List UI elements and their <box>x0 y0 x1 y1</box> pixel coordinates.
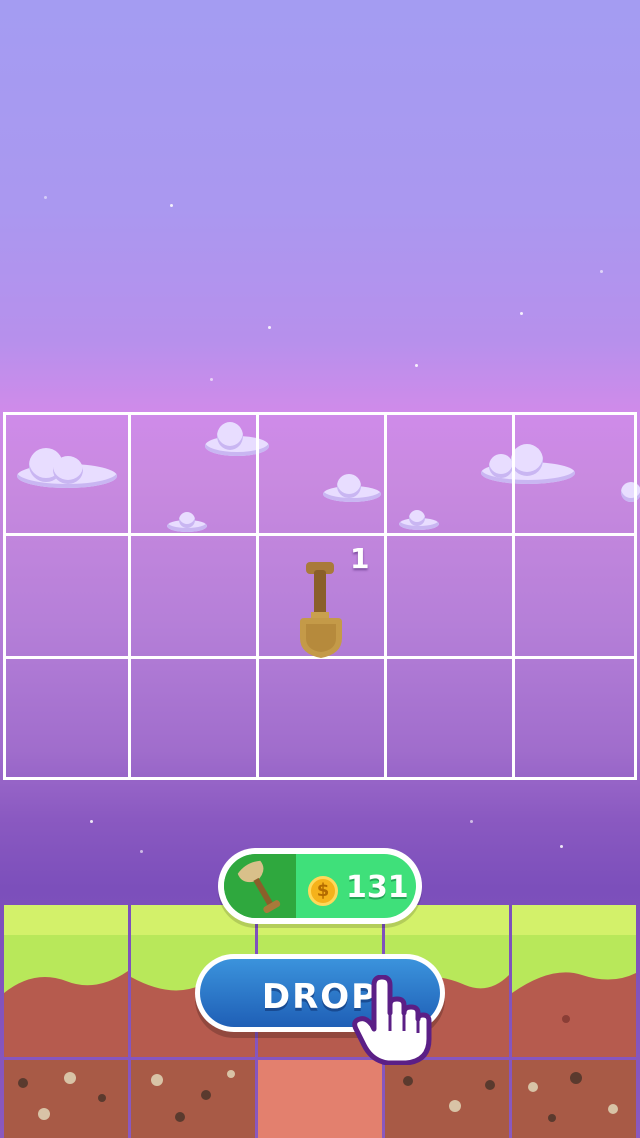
grid-cell[interactable] <box>3 533 131 659</box>
grid-cell[interactable] <box>128 412 259 536</box>
ground-tile <box>512 1060 636 1138</box>
coin-icon: $ <box>308 876 338 906</box>
star <box>210 378 213 381</box>
ground-tile <box>4 905 128 1057</box>
star <box>470 820 473 823</box>
ground-tile <box>131 1060 255 1138</box>
star <box>170 204 173 207</box>
grid-cell[interactable] <box>256 412 387 536</box>
coin-panel: $ 131 <box>218 848 422 924</box>
star <box>140 850 143 853</box>
grid-cell[interactable] <box>384 412 515 536</box>
grid-cell[interactable] <box>256 656 387 780</box>
star <box>268 326 271 329</box>
shovel-slot <box>224 854 296 918</box>
grid-cell[interactable] <box>384 533 515 659</box>
grid-cell[interactable] <box>3 656 131 780</box>
star <box>600 270 603 273</box>
grid-cell[interactable] <box>512 412 637 536</box>
coin-count: 131 <box>346 870 409 905</box>
ground-tile <box>385 1060 509 1138</box>
grid-cell[interactable] <box>128 533 259 659</box>
pointer-hand-icon <box>352 974 432 1066</box>
star <box>560 845 563 848</box>
star <box>90 820 93 823</box>
ground-tile <box>258 1060 382 1138</box>
star <box>44 196 47 199</box>
grid-cell[interactable] <box>128 656 259 780</box>
shovel-icon[interactable] <box>296 560 346 660</box>
star <box>520 312 523 315</box>
ground-tile <box>4 1060 128 1138</box>
shovel-icon <box>237 860 281 914</box>
grid-cell[interactable] <box>384 656 515 780</box>
ground-tile <box>512 905 636 1057</box>
grid-cell[interactable] <box>512 656 637 780</box>
item-count: 1 <box>350 542 370 575</box>
star <box>415 364 418 367</box>
grid-cell[interactable] <box>3 412 131 536</box>
grid-cell[interactable] <box>512 533 637 659</box>
